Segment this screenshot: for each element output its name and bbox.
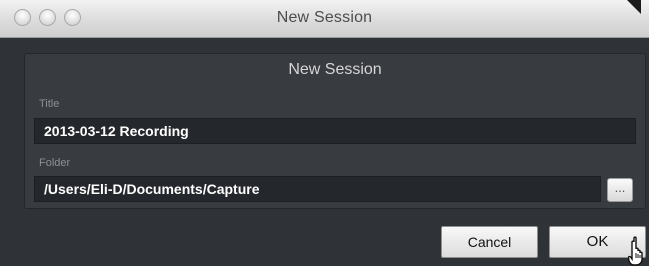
window-title: New Session xyxy=(276,9,373,26)
title-input[interactable]: 2013-03-12 Recording xyxy=(34,118,636,144)
title-label: Title xyxy=(39,98,60,110)
ok-button[interactable]: OK xyxy=(549,226,646,258)
folder-input[interactable]: /Users/Eli-D/Documents/Capture xyxy=(34,176,601,202)
browse-folder-button[interactable]: ... xyxy=(607,178,633,202)
cancel-button[interactable]: Cancel xyxy=(441,226,538,258)
window-titlebar[interactable]: New Session xyxy=(0,0,649,38)
panel-title: New Session xyxy=(288,61,382,78)
new-session-window: New Session New Session Title 2013-03-12… xyxy=(0,0,649,266)
folder-label: Folder xyxy=(39,157,71,169)
new-session-panel: New Session Title 2013-03-12 Recording F… xyxy=(24,53,646,209)
